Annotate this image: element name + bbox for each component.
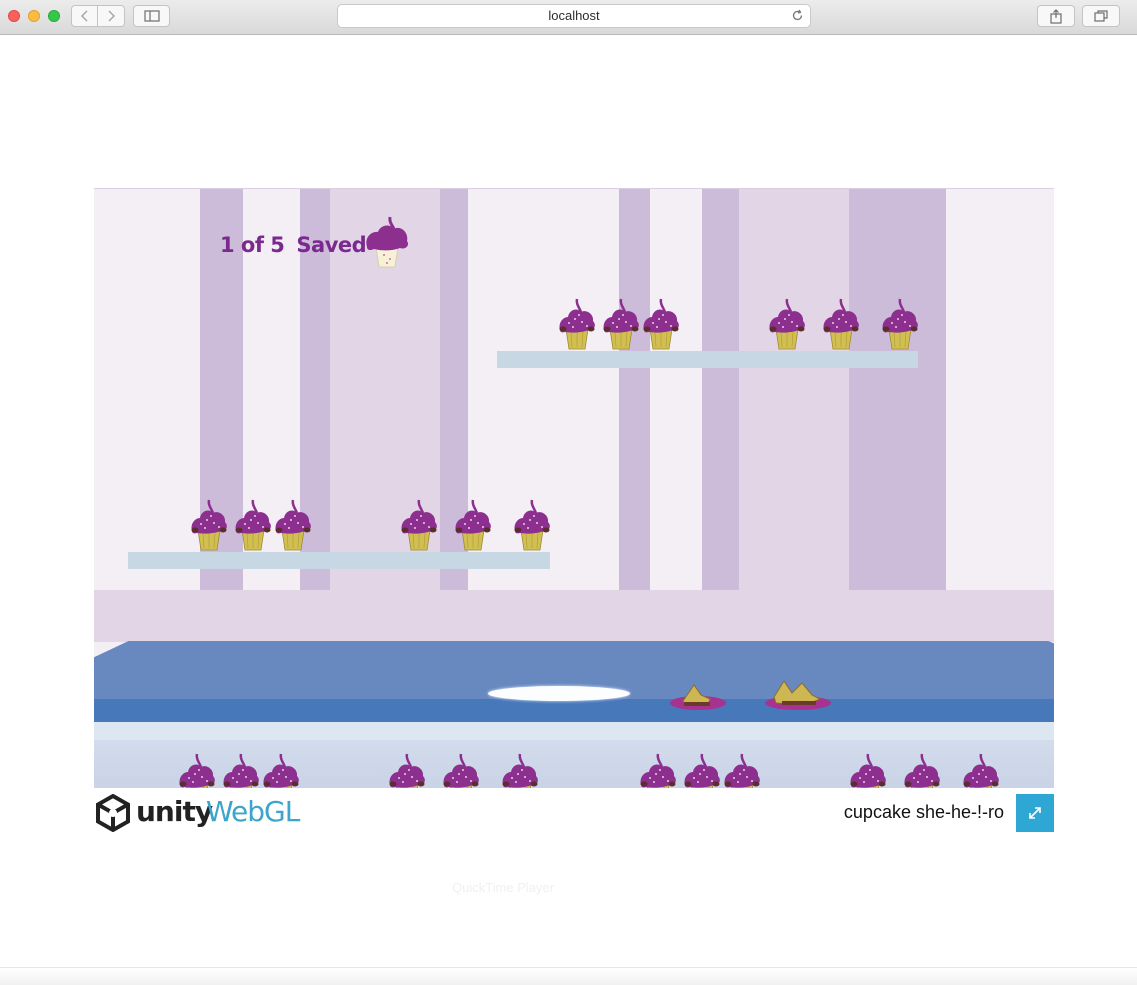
- cupcake-sprite: [850, 753, 886, 788]
- unity-footer: unity WebGL cupcake she-he-!-ro: [94, 790, 1054, 834]
- cupcake-sprite: [684, 753, 720, 788]
- unity-logo-icon: [96, 794, 130, 832]
- cupcake-sprite: [275, 499, 311, 551]
- reload-icon: [792, 9, 803, 21]
- wall-lower: [94, 590, 1054, 642]
- cupcake-sprite: [514, 499, 550, 551]
- cupcake-sprite: [640, 753, 676, 788]
- wall-stripe: [702, 189, 739, 590]
- saved-counter: 1 of 5 Saved: [220, 233, 367, 257]
- back-button[interactable]: [71, 5, 98, 27]
- tabs-icon: [1094, 10, 1108, 22]
- plate: [488, 686, 630, 701]
- unity-wordmark: unity: [136, 795, 213, 828]
- cupcake-sprite: [603, 298, 639, 350]
- upper-shelf: [497, 351, 918, 368]
- sidebar-button[interactable]: [133, 5, 170, 27]
- unity-game-canvas[interactable]: 1 of 5 Saved: [94, 188, 1054, 788]
- wall-stripe: [650, 189, 702, 590]
- cupcake-sprite: [179, 753, 215, 788]
- cupcake-sprite: [401, 499, 437, 551]
- cupcake-sprite: [443, 753, 479, 788]
- zoom-window-button[interactable]: [48, 10, 60, 22]
- cupcake-sprite: [263, 753, 299, 788]
- share-button[interactable]: [1037, 5, 1075, 27]
- lower-shelf: [128, 552, 550, 569]
- cupcake-sprite: [559, 298, 595, 350]
- table-rim: [94, 722, 1054, 740]
- minimize-window-button[interactable]: [28, 10, 40, 22]
- cupcake-crumbs: [670, 684, 726, 710]
- cupcake-sprite: [823, 298, 859, 350]
- wall-stripe: [739, 189, 849, 590]
- saved-count: 1 of 5: [220, 233, 285, 257]
- cupcake-sprite: [963, 753, 999, 788]
- reload-button[interactable]: [791, 5, 804, 28]
- cupcake-sprite: [769, 298, 805, 350]
- cupcake-icon: [366, 216, 409, 268]
- window-bottom-edge: [0, 967, 1137, 985]
- share-icon: [1050, 8, 1062, 24]
- cupcake-sprite: [904, 753, 940, 788]
- forward-button[interactable]: [98, 5, 125, 27]
- wall-stripe: [619, 189, 650, 590]
- game-title: cupcake she-he-!-ro: [843, 802, 1004, 822]
- cupcake-sprite: [643, 298, 679, 350]
- history-nav: [71, 5, 125, 27]
- close-window-button[interactable]: [8, 10, 20, 22]
- fullscreen-icon: [1029, 807, 1041, 819]
- cupcake-sprite: [191, 499, 227, 551]
- cupcake-crumbs: [765, 680, 831, 710]
- fullscreen-button[interactable]: [1016, 794, 1054, 832]
- cupcake-sprite: [389, 753, 425, 788]
- cupcake-sprite: [455, 499, 491, 551]
- address-bar[interactable]: localhost: [337, 4, 811, 28]
- cupcake-sprite: [724, 753, 760, 788]
- chevron-right-icon: [108, 10, 116, 22]
- chevron-left-icon: [80, 10, 88, 22]
- table-front: [94, 699, 1054, 722]
- webgl-wordmark: WebGL: [206, 795, 300, 828]
- tabs-button[interactable]: [1082, 5, 1120, 27]
- quicktime-ghost-label: QuickTime Player: [452, 880, 555, 895]
- cupcake-sprite: [235, 499, 271, 551]
- cupcake-sprite: [223, 753, 259, 788]
- sidebar-icon: [143, 10, 160, 22]
- cupcake-sprite: [882, 298, 918, 350]
- saved-label: Saved: [296, 233, 367, 257]
- url-text: localhost: [548, 8, 600, 23]
- wall-stripe: [849, 189, 946, 590]
- cupcake-sprite: [502, 753, 538, 788]
- browser-toolbar: localhost: [0, 0, 1137, 35]
